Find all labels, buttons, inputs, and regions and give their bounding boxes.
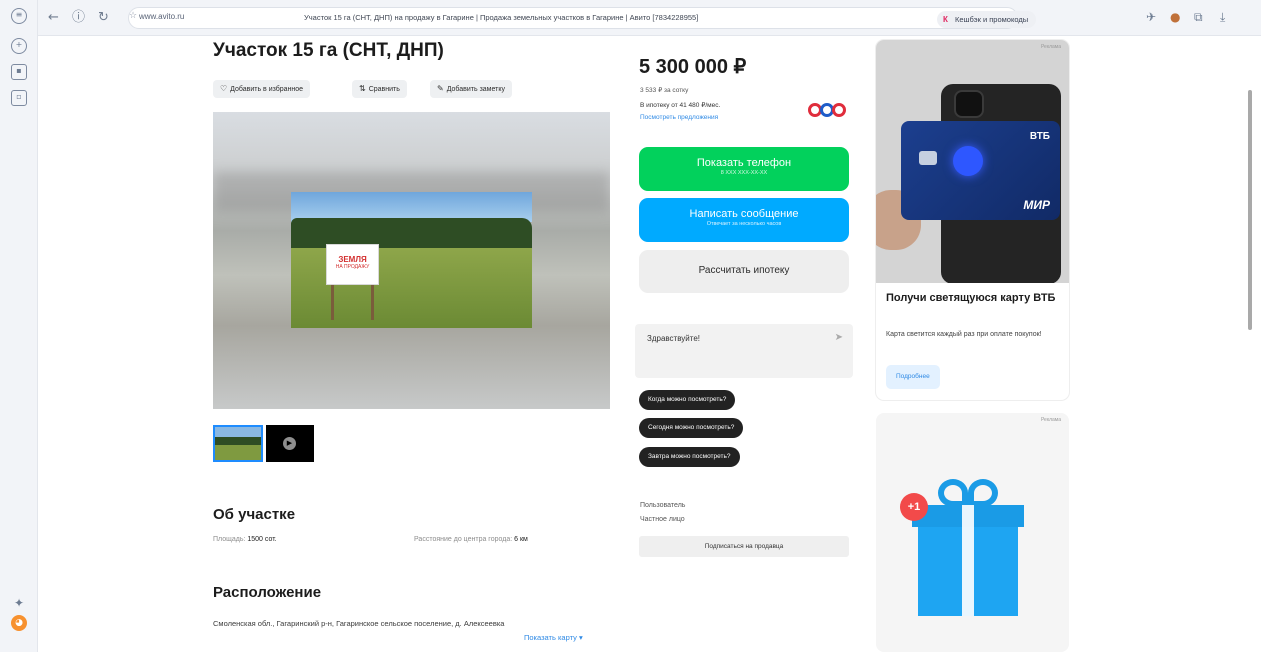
main-photo[interactable]: ЗЕМЛЯ НА ПРОДАЖУ xyxy=(291,192,532,328)
location-heading: Расположение xyxy=(213,584,322,601)
show-phone-button[interactable]: Показать телефон 8 XXX XXX-XX-XX xyxy=(639,147,849,191)
show-phone-sub: 8 XXX XXX-XX-XX xyxy=(720,170,768,176)
compare-icon: ⇅ xyxy=(359,84,366,93)
quick-question-1[interactable]: Когда можно посмотреть? xyxy=(639,390,736,410)
extension-profile-icon[interactable]: ● xyxy=(1170,10,1180,24)
cashback-label: Кешбэк и промокоды xyxy=(955,15,1029,24)
photo-gallery[interactable]: ЗЕМЛЯ НА ПРОДАЖУ xyxy=(213,112,610,409)
gift-bow-left xyxy=(938,479,968,507)
sign-text: ЗЕМЛЯ xyxy=(338,255,367,264)
bank-logo-icon xyxy=(808,103,848,119)
distance-label: Расстояние до центра города: xyxy=(414,536,513,543)
chat-input-text: Здравствуйте! xyxy=(647,334,701,343)
vtb-ad-text: Карта светится каждый раз при оплате пок… xyxy=(886,331,1042,338)
add-to-favorites-button[interactable]: ♡ Добавить в избранное xyxy=(213,80,311,98)
card-network: МИР xyxy=(1023,198,1050,212)
play-icon: ▶ xyxy=(283,437,296,450)
write-message-sub: Отвечает за несколько часов xyxy=(706,221,782,227)
area-param: Площадь: 1500 сот. xyxy=(213,536,277,543)
address-text: Смоленская обл., Гагаринский р-н, Гагари… xyxy=(213,619,505,628)
sign-post-right xyxy=(371,284,374,320)
ad-label: Реклама xyxy=(1040,44,1061,50)
subscribe-button[interactable]: Подписаться на продавца xyxy=(639,536,849,557)
calc-mortgage-label: Рассчитать ипотеку xyxy=(698,265,790,276)
vtb-ad-button[interactable]: Подробнее xyxy=(886,365,940,389)
show-phone-label: Показать телефон xyxy=(696,157,792,169)
sparkle-icon[interactable]: ✦ xyxy=(11,595,27,611)
seller-name[interactable]: Пользователь xyxy=(640,502,685,509)
for-sale-sign: ЗЕМЛЯ НА ПРОДАЖУ xyxy=(326,244,379,285)
info-icon[interactable]: ⓘ xyxy=(72,10,85,26)
write-message-label: Написать сообщение xyxy=(689,208,799,220)
page-title-in-bar: Участок 15 га (СНТ, ДНП) на продажу в Га… xyxy=(304,13,699,22)
assistant-icon[interactable]: ◕ xyxy=(11,615,27,631)
cashback-button[interactable]: К Кешбэк и промокоды xyxy=(937,11,1037,28)
bank-card-image: ВТБ МИР xyxy=(901,121,1060,220)
vtb-ad-image: ВТБ МИР Реклама xyxy=(876,40,1069,283)
favorite-label: Добавить в избранное xyxy=(230,86,304,93)
thumb-trees xyxy=(215,437,261,445)
chat-input[interactable]: Здравствуйте! ➤ xyxy=(635,324,853,378)
thumbnail-video[interactable]: ▶ xyxy=(266,425,314,462)
vtb-ad-card[interactable]: ВТБ МИР Реклама Получи светящуюся карту … xyxy=(876,40,1069,400)
send-icon[interactable]: ➤ xyxy=(835,332,843,343)
extensions-icon[interactable]: ⧉ xyxy=(1194,10,1203,25)
bookmarks-icon[interactable]: ▪ xyxy=(11,64,27,80)
seller-type: Частное лицо xyxy=(640,516,685,523)
show-map-link[interactable]: Показать карту ▾ xyxy=(524,633,583,642)
about-heading: Об участке xyxy=(213,506,296,523)
cashback-logo-icon: К xyxy=(943,15,948,24)
plus-one-badge: +1 xyxy=(900,493,928,521)
area-value: 1500 сот. xyxy=(247,536,277,543)
distance-value: 6 км xyxy=(514,536,528,543)
camera-image xyxy=(954,90,984,118)
favorite-star-icon[interactable]: ☆ xyxy=(129,11,137,21)
download-icon[interactable]: ⤓ xyxy=(1220,10,1225,25)
distance-param: Расстояние до центра города: 6 км xyxy=(414,536,528,543)
price: 5 300 000 ₽ xyxy=(639,56,747,78)
page-scrollbar[interactable] xyxy=(1248,90,1252,330)
extension-bird-icon[interactable]: ✈ xyxy=(1146,10,1156,24)
gift-bow-right xyxy=(968,479,998,507)
calc-mortgage-button[interactable]: Рассчитать ипотеку xyxy=(639,250,849,293)
note-label: Добавить заметку xyxy=(446,86,506,93)
gift-ad-card[interactable]: Реклама +1 xyxy=(876,413,1069,652)
compare-button[interactable]: ⇅ Сравнить xyxy=(352,80,407,98)
ad-label-2: Реклама xyxy=(1040,417,1061,423)
thumbnail-photo[interactable] xyxy=(213,425,263,462)
area-label: Площадь: xyxy=(213,536,246,543)
screen-icon[interactable]: ▫ xyxy=(11,90,27,106)
browser-toolbar: ← ⓘ ↻ ☆ www.avito.ru Участок 15 га (СНТ,… xyxy=(38,0,1261,36)
note-icon: ✎ xyxy=(437,84,444,93)
bank-logo-ring-red-2 xyxy=(832,103,846,117)
menu-icon[interactable]: ≡ xyxy=(11,8,27,24)
address-bar[interactable]: ☆ www.avito.ru Участок 15 га (СНТ, ДНП) … xyxy=(128,7,1018,29)
mortgage-text: В ипотеку от 41 480 ₽/мес. xyxy=(640,102,721,109)
url-domain: www.avito.ru xyxy=(139,12,185,21)
add-note-button[interactable]: ✎ Добавить заметку xyxy=(430,80,513,98)
card-glow xyxy=(953,146,983,176)
mortgage-link[interactable]: Посмотреть предложения xyxy=(640,114,718,121)
heart-icon: ♡ xyxy=(220,84,228,93)
card-brand: ВТБ xyxy=(1029,131,1050,142)
compare-label: Сравнить xyxy=(368,86,400,93)
price-per-unit: 3 533 ₽ за сотку xyxy=(640,87,689,94)
back-icon[interactable]: ← xyxy=(48,10,59,26)
listing-title: Участок 15 га (СНТ, ДНП) xyxy=(213,40,444,61)
quick-question-3[interactable]: Завтра можно посмотреть? xyxy=(639,447,740,467)
quick-question-2[interactable]: Сегодня можно посмотреть? xyxy=(639,418,744,438)
card-chip xyxy=(919,151,937,165)
sign-subtext: НА ПРОДАЖУ xyxy=(335,264,370,270)
write-message-button[interactable]: Написать сообщение Отвечает за несколько… xyxy=(639,198,849,242)
browser-side-rail: ≡ + ▪ ▫ ✦ ◕ xyxy=(0,0,38,652)
thumb-field xyxy=(215,445,261,460)
gift-ribbon xyxy=(962,505,974,616)
vtb-ad-title: Получи светящуюся карту ВТБ xyxy=(886,292,1056,304)
reload-icon[interactable]: ↻ xyxy=(98,10,109,26)
add-panel-icon[interactable]: + xyxy=(11,38,27,54)
sign-post-left xyxy=(331,284,334,320)
